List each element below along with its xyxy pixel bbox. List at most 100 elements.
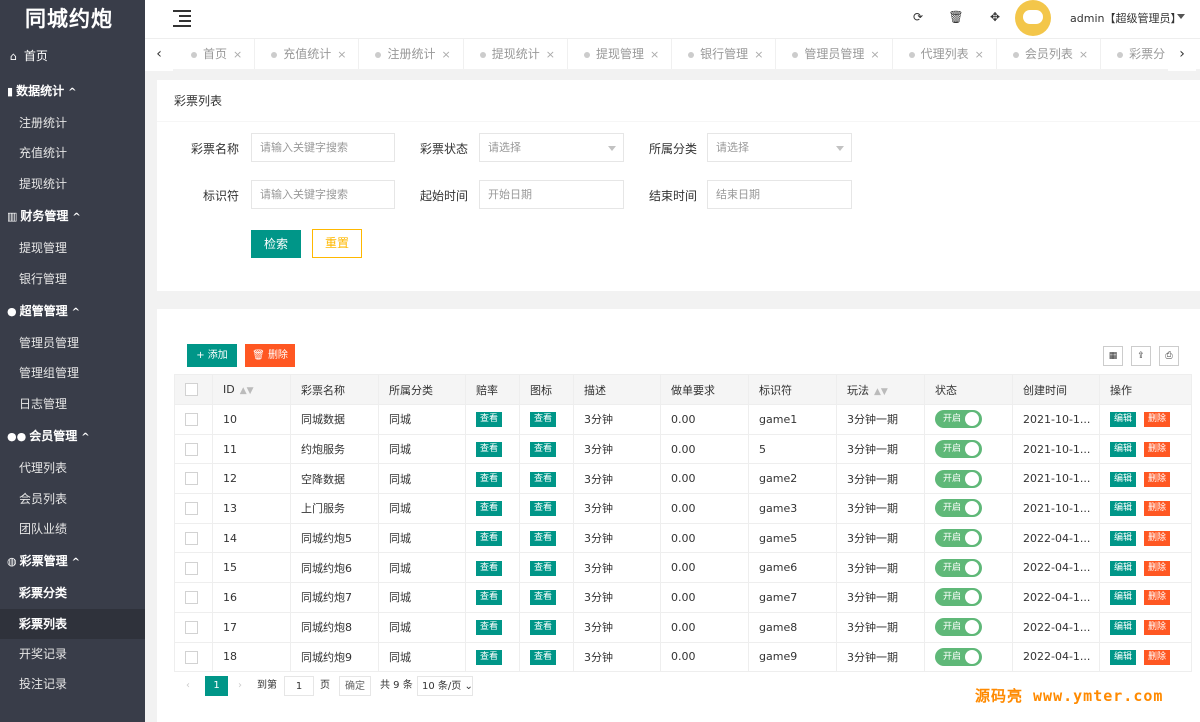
view-odds-button[interactable]: 查看: [476, 412, 503, 428]
category-select[interactable]: 请选择: [707, 133, 852, 162]
tab-close-icon[interactable]: ×: [754, 48, 763, 61]
row-checkbox[interactable]: [185, 531, 198, 545]
name-input[interactable]: 请输入关键字搜索: [251, 133, 395, 162]
status-toggle[interactable]: 开启: [935, 469, 982, 488]
row-checkbox[interactable]: [185, 502, 198, 516]
tab-close-icon[interactable]: ×: [870, 48, 879, 61]
sidebar-item-admin-manage[interactable]: 管理员管理: [0, 328, 145, 358]
view-odds-button[interactable]: 查看: [476, 590, 503, 606]
sidebar-item-agent-list[interactable]: 代理列表: [0, 453, 145, 483]
tab-item[interactable]: 提现管理 ×: [568, 39, 673, 69]
user-name[interactable]: admin【超级管理员】: [1070, 10, 1181, 26]
status-toggle[interactable]: 开启: [935, 558, 982, 577]
trash-icon[interactable]: 🗑: [948, 10, 964, 24]
sidebar-item-home[interactable]: ⌂ 首页: [0, 38, 145, 74]
sidebar-item-log-manage[interactable]: 日志管理: [0, 389, 145, 419]
sidebar-item-admin-group[interactable]: 管理组管理: [0, 358, 145, 388]
row-checkbox[interactable]: [185, 413, 198, 427]
row-select-cell[interactable]: [174, 404, 213, 435]
edit-button[interactable]: 编辑: [1110, 531, 1137, 547]
edit-button[interactable]: 编辑: [1110, 501, 1137, 517]
sort-icon[interactable]: ▲▼: [240, 386, 254, 396]
goto-confirm-button[interactable]: 确定: [339, 676, 371, 696]
chevron-down-icon[interactable]: [1177, 14, 1185, 19]
delete-button[interactable]: 删除: [1144, 501, 1171, 517]
view-icon-button[interactable]: 查看: [530, 501, 557, 517]
edit-button[interactable]: 编辑: [1110, 590, 1137, 606]
col-id[interactable]: ID ▲▼: [212, 374, 291, 405]
sidebar-item-draw-records[interactable]: 开奖记录: [0, 639, 145, 669]
view-odds-button[interactable]: 查看: [476, 620, 503, 636]
tab-item[interactable]: 彩票分类×: [1101, 39, 1165, 69]
tab-item[interactable]: 银行管理 ×: [672, 39, 777, 69]
fullscreen-icon[interactable]: ✥: [987, 10, 1003, 24]
delete-button[interactable]: 删除: [1144, 531, 1171, 547]
row-checkbox[interactable]: [185, 650, 198, 664]
end-date-input[interactable]: 结束日期: [707, 180, 852, 209]
status-toggle[interactable]: 开启: [935, 410, 982, 429]
tab-close-icon[interactable]: ×: [546, 48, 555, 61]
tab-item[interactable]: 注册统计 ×: [359, 39, 464, 69]
per-page-select[interactable]: 10 条/页 ⌄: [417, 676, 473, 696]
sidebar-item-recharge-stats[interactable]: 充值统计: [0, 138, 145, 168]
sidebar-item-lottery-category[interactable]: 彩票分类: [0, 578, 145, 608]
select-all-checkbox[interactable]: [185, 383, 198, 397]
delete-button[interactable]: 删除: [1144, 471, 1171, 487]
view-icon-button[interactable]: 查看: [530, 620, 557, 636]
tab-close-icon[interactable]: ×: [441, 48, 450, 61]
sidebar-item-bank-manage[interactable]: 银行管理: [0, 264, 145, 294]
sidebar-item-member-list[interactable]: 会员列表: [0, 484, 145, 514]
reset-button[interactable]: 重置: [312, 229, 362, 258]
sidebar-group-members[interactable]: ●● 会员管理 ^: [0, 419, 145, 453]
row-select-cell[interactable]: [174, 582, 213, 613]
view-icon-button[interactable]: 查看: [530, 442, 557, 458]
sort-icon[interactable]: ▲▼: [874, 387, 888, 397]
sidebar-item-bet-records[interactable]: 投注记录: [0, 669, 145, 699]
edit-button[interactable]: 编辑: [1110, 471, 1137, 487]
sidebar-group-super-admin[interactable]: ● 超管管理 ^: [0, 294, 145, 328]
row-select-cell[interactable]: [174, 463, 213, 495]
row-select-cell[interactable]: [174, 493, 213, 524]
view-odds-button[interactable]: 查看: [476, 560, 503, 576]
start-date-input[interactable]: 开始日期: [479, 180, 624, 209]
page-number-current[interactable]: 1: [205, 676, 228, 696]
tab-item[interactable]: 充值统计 ×: [255, 39, 360, 69]
sidebar-item-withdraw-stats[interactable]: 提现统计: [0, 169, 145, 199]
tab-item[interactable]: 管理员管理 ×: [776, 39, 893, 69]
menu-fold-icon[interactable]: [173, 9, 193, 27]
view-icon-button[interactable]: 查看: [530, 531, 557, 547]
delete-button[interactable]: 删除: [1144, 560, 1171, 576]
sidebar-item-withdraw-manage[interactable]: 提现管理: [0, 233, 145, 263]
view-odds-button[interactable]: 查看: [476, 501, 503, 517]
status-toggle[interactable]: 开启: [935, 618, 982, 637]
view-odds-button[interactable]: 查看: [476, 471, 503, 487]
avatar[interactable]: [1015, 0, 1051, 36]
sidebar-group-finance[interactable]: ▥ 财务管理 ^: [0, 199, 145, 233]
tab-item[interactable]: 首页 ×: [175, 39, 256, 69]
print-icon[interactable]: ⎙: [1159, 346, 1179, 366]
export-icon[interactable]: ⇪: [1131, 346, 1151, 366]
row-checkbox[interactable]: [185, 472, 198, 486]
edit-button[interactable]: 编辑: [1110, 620, 1137, 636]
edit-button[interactable]: 编辑: [1110, 412, 1137, 428]
tab-item[interactable]: 代理列表 ×: [893, 39, 997, 69]
batch-delete-button[interactable]: 🗑 删除: [245, 344, 295, 367]
row-select-cell[interactable]: [174, 611, 213, 643]
delete-button[interactable]: 删除: [1144, 590, 1171, 606]
tab-item[interactable]: 会员列表 ×: [997, 39, 1102, 69]
sidebar-item-register-stats[interactable]: 注册统计: [0, 108, 145, 138]
tab-close-icon[interactable]: ×: [1079, 48, 1088, 61]
tab-item[interactable]: 提现统计 ×: [464, 39, 568, 69]
page-prev-icon[interactable]: ‹: [186, 676, 190, 696]
code-input[interactable]: 请输入关键字搜索: [251, 180, 395, 209]
view-odds-button[interactable]: 查看: [476, 442, 503, 458]
search-button[interactable]: 检索: [251, 230, 301, 258]
delete-button[interactable]: 删除: [1144, 442, 1171, 458]
status-select[interactable]: 请选择: [479, 133, 624, 162]
row-checkbox[interactable]: [185, 620, 198, 634]
tab-close-icon[interactable]: ×: [650, 48, 659, 61]
view-odds-button[interactable]: 查看: [476, 531, 503, 547]
delete-button[interactable]: 删除: [1144, 649, 1171, 665]
tab-close-icon[interactable]: ×: [233, 48, 242, 61]
columns-filter-icon[interactable]: ▦: [1103, 346, 1123, 366]
